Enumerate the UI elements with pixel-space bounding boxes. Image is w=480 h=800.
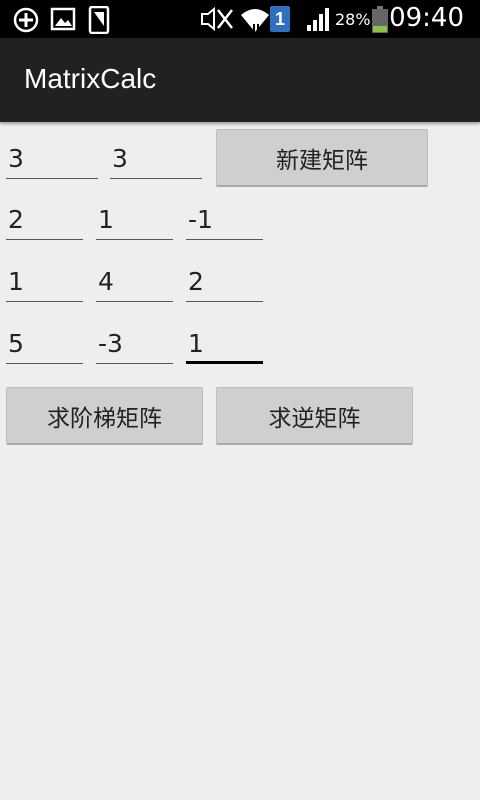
matrix-cell[interactable]: -3 bbox=[96, 324, 173, 364]
inverse-button[interactable]: 求逆矩阵 bbox=[216, 387, 413, 445]
app-title: MatrixCalc bbox=[24, 63, 157, 94]
matrix-cell[interactable]: -1 bbox=[186, 200, 263, 240]
matrix-cell[interactable]: 4 bbox=[96, 262, 173, 302]
sim-icon: 1 bbox=[270, 6, 290, 32]
battery-percent: 28% bbox=[335, 10, 371, 29]
matrix-cell[interactable]: 2 bbox=[6, 200, 83, 240]
status-bar: 1 28% 09:40 bbox=[0, 0, 480, 38]
new-matrix-button[interactable]: 新建矩阵 bbox=[216, 129, 428, 187]
cols-input[interactable]: 3 bbox=[110, 139, 202, 179]
matrix-cell[interactable]: 1 bbox=[96, 200, 173, 240]
mute-icon bbox=[201, 6, 233, 32]
matrix-cell[interactable]: 1 bbox=[6, 262, 83, 302]
matrix-cell-focused[interactable]: 1 bbox=[186, 324, 263, 364]
status-clock: 09:40 bbox=[389, 3, 464, 33]
signal-icon bbox=[307, 8, 329, 31]
matrix-cell[interactable]: 5 bbox=[6, 324, 83, 364]
rows-input[interactable]: 3 bbox=[6, 139, 98, 179]
wifi-icon bbox=[241, 9, 269, 32]
image-icon bbox=[50, 7, 76, 31]
phone-icon bbox=[88, 6, 110, 34]
battery-icon bbox=[372, 6, 388, 33]
echelon-button[interactable]: 求阶梯矩阵 bbox=[6, 387, 203, 445]
add-circle-icon bbox=[13, 7, 39, 33]
action-bar: MatrixCalc bbox=[0, 38, 480, 122]
matrix-cell[interactable]: 2 bbox=[186, 262, 263, 302]
